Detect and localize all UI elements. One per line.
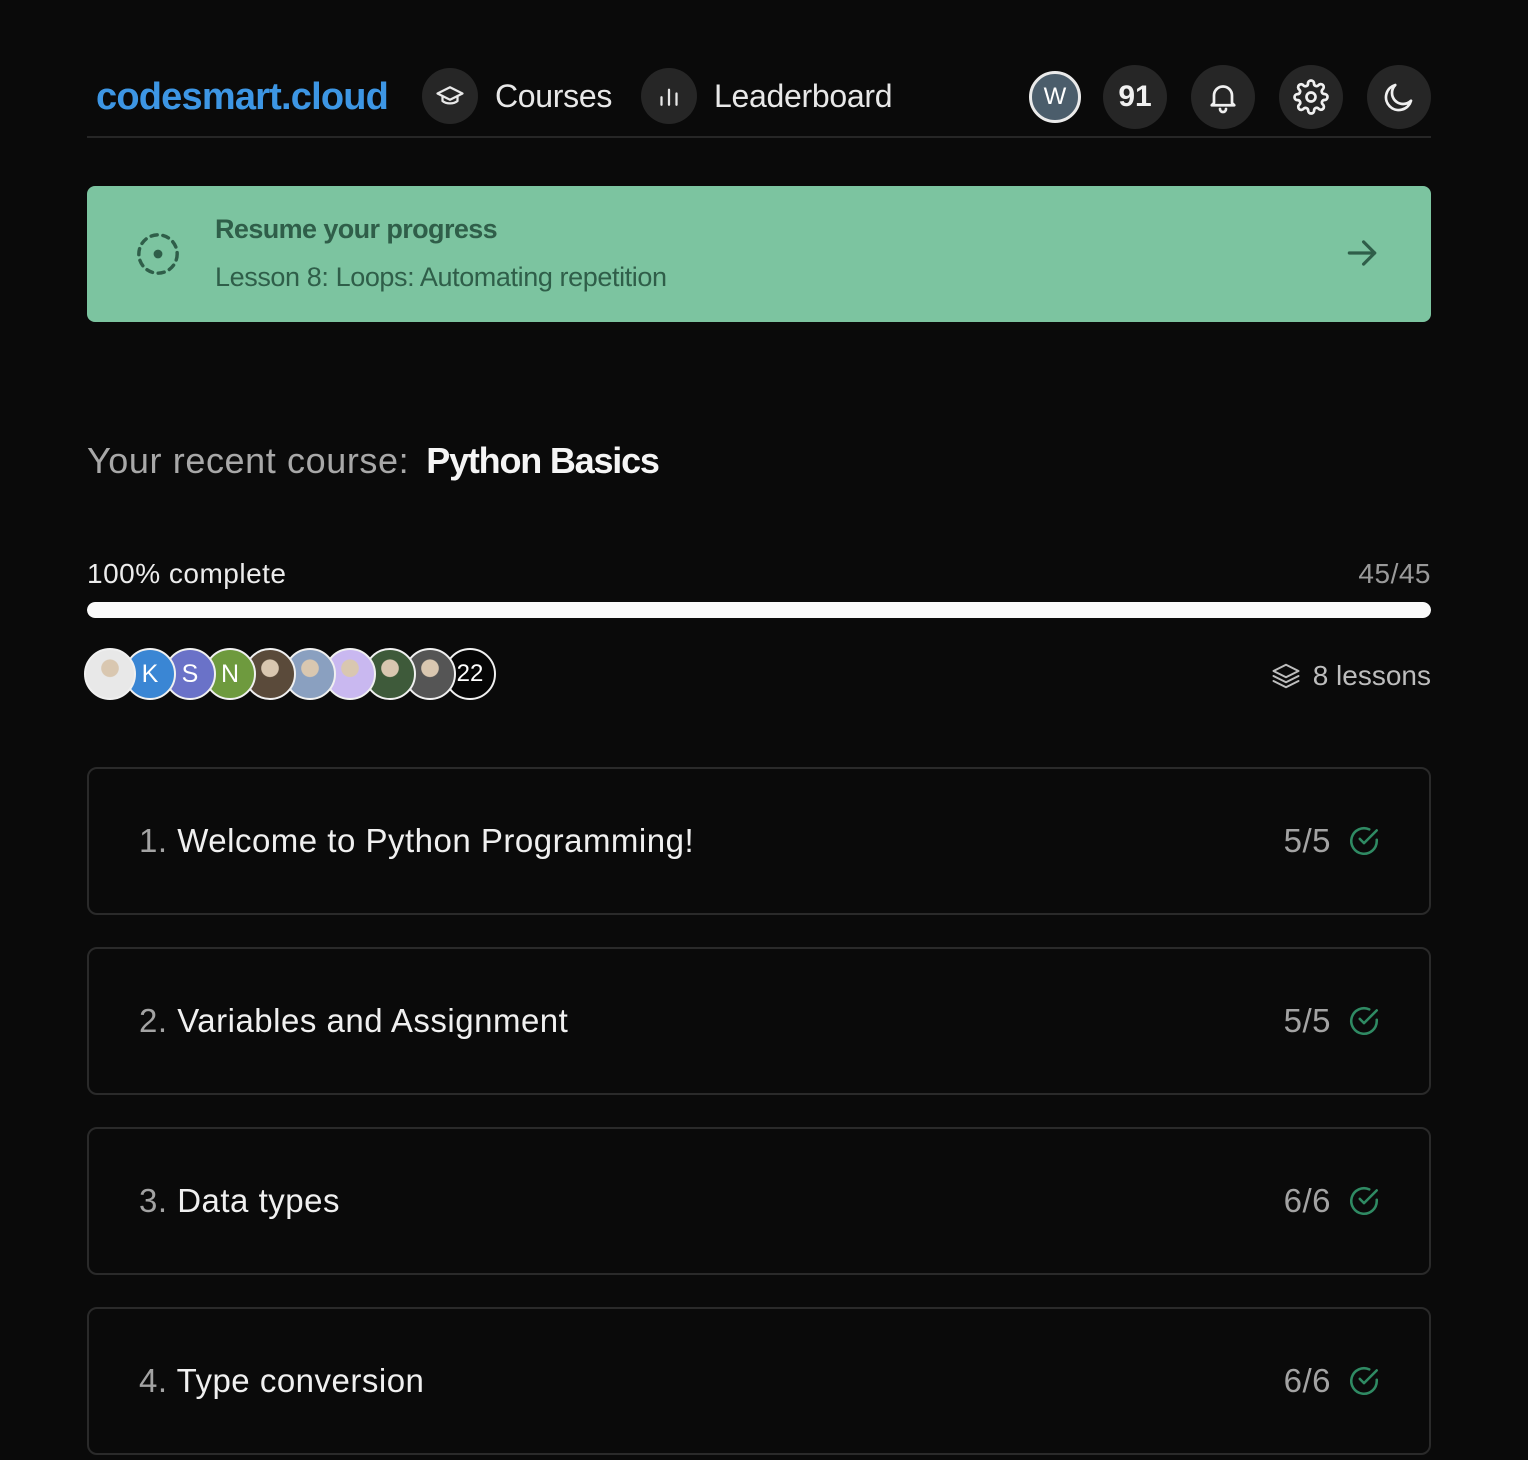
dashed-circle-dot-icon bbox=[137, 233, 179, 275]
theme-toggle-button[interactable] bbox=[1367, 65, 1431, 129]
lesson-name: Data types bbox=[177, 1182, 340, 1219]
lesson-title: 1. Welcome to Python Programming! bbox=[139, 822, 694, 860]
lesson-number: 4. bbox=[139, 1362, 168, 1399]
lesson-count: 6/6 bbox=[1283, 1362, 1331, 1399]
lesson-status: 6/6 bbox=[1284, 1182, 1381, 1220]
lesson-status: 5/5 bbox=[1284, 1002, 1381, 1040]
nav-leaderboard[interactable]: Leaderboard bbox=[641, 67, 892, 125]
arrow-right-icon bbox=[1347, 240, 1377, 266]
lesson-count: 6/6 bbox=[1283, 1182, 1331, 1219]
lesson-number: 1. bbox=[139, 822, 168, 859]
lesson-count: 5/5 bbox=[1283, 1002, 1331, 1039]
score-badge[interactable]: 91 bbox=[1103, 65, 1167, 129]
nav-courses-label: Courses bbox=[495, 77, 613, 114]
lesson-title: 3. Data types bbox=[139, 1182, 340, 1220]
bell-icon bbox=[1210, 85, 1236, 114]
user-avatar[interactable]: W bbox=[1029, 71, 1081, 123]
score-value: 91 bbox=[1118, 80, 1152, 113]
recent-course-label: Your recent course: bbox=[87, 440, 410, 481]
check-circle-icon bbox=[1349, 1366, 1379, 1396]
lesson-title: 4. Type conversion bbox=[139, 1362, 424, 1400]
lesson-title: 2. Variables and Assignment bbox=[139, 1002, 568, 1040]
notifications-button[interactable] bbox=[1191, 65, 1255, 129]
lesson-name: Welcome to Python Programming! bbox=[177, 822, 695, 859]
layers-icon bbox=[1272, 663, 1300, 689]
settings-button[interactable] bbox=[1279, 65, 1343, 129]
lesson-number: 2. bbox=[139, 1002, 168, 1039]
recent-course-name[interactable]: Python Basics bbox=[426, 440, 660, 482]
recent-course-heading: Your recent course: Python Basics bbox=[87, 440, 660, 482]
lesson-name: Variables and Assignment bbox=[177, 1002, 569, 1039]
progress-bar-fill bbox=[87, 602, 1431, 618]
moon-icon bbox=[1384, 83, 1413, 112]
check-circle-icon bbox=[1349, 1006, 1379, 1036]
resume-title: Resume your progress bbox=[215, 214, 498, 244]
top-nav: codesmart.cloud Courses Leaderboard W 91 bbox=[87, 62, 1431, 138]
lesson-name: Type conversion bbox=[176, 1362, 425, 1399]
progress-label: 100% complete bbox=[87, 558, 287, 589]
graduation-cap-icon bbox=[422, 68, 478, 124]
lesson-status: 5/5 bbox=[1284, 822, 1381, 860]
lessons-count-label: 8 lessons bbox=[1312, 660, 1431, 691]
lesson-number: 3. bbox=[139, 1182, 168, 1219]
progress-count: 45/45 bbox=[1358, 558, 1431, 589]
check-circle-icon bbox=[1349, 1186, 1379, 1216]
nav-courses[interactable]: Courses bbox=[422, 67, 612, 125]
progress-bar bbox=[87, 602, 1431, 618]
lesson-card[interactable]: 3. Data types 6/6 bbox=[87, 1127, 1431, 1275]
lesson-status: 6/6 bbox=[1284, 1362, 1381, 1400]
lesson-count: 5/5 bbox=[1283, 822, 1331, 859]
resume-progress-banner[interactable]: Resume your progress Lesson 8: Loops: Au… bbox=[87, 186, 1431, 322]
participant-avatars: K S N 22 bbox=[84, 648, 496, 700]
bar-chart-icon bbox=[641, 68, 697, 124]
participant-avatar[interactable] bbox=[84, 648, 136, 700]
page: codesmart.cloud Courses Leaderboard W 91… bbox=[0, 0, 1528, 1460]
brand-logo[interactable]: codesmart.cloud bbox=[96, 76, 389, 119]
gear-icon bbox=[1293, 79, 1329, 115]
nav-leaderboard-label: Leaderboard bbox=[714, 77, 893, 114]
check-circle-icon bbox=[1349, 826, 1379, 856]
lesson-card[interactable]: 2. Variables and Assignment 5/5 bbox=[87, 947, 1431, 1095]
lessons-count: 8 lessons bbox=[1271, 660, 1431, 692]
lesson-card[interactable]: 4. Type conversion 6/6 bbox=[87, 1307, 1431, 1455]
header-actions: W 91 bbox=[1029, 65, 1431, 129]
lesson-card[interactable]: 1. Welcome to Python Programming! 5/5 bbox=[87, 767, 1431, 915]
resume-lesson: Lesson 8: Loops: Automating repetition bbox=[215, 262, 667, 292]
